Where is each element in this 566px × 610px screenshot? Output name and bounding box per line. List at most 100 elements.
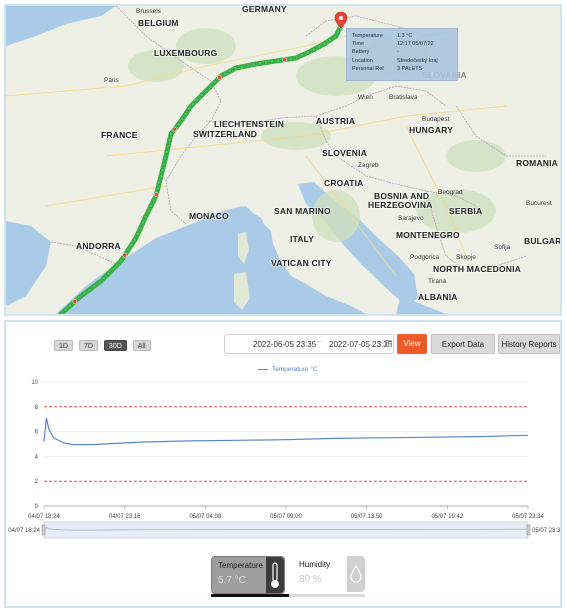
route-point[interactable] — [212, 79, 218, 85]
route-point[interactable] — [332, 34, 337, 39]
navigator-right-handle[interactable] — [526, 524, 531, 536]
popup-value: 1.3 °C — [397, 33, 413, 39]
route-point[interactable] — [208, 84, 213, 89]
route-point[interactable] — [157, 180, 162, 185]
map-label-germany: GERMANY — [242, 4, 287, 14]
route-point[interactable] — [264, 60, 269, 65]
sensor-tab-temperature[interactable]: Temperature 5.7 °C — [211, 556, 285, 594]
navigator-left-handle[interactable] — [41, 524, 46, 536]
map-label-monaco: MONACO — [189, 211, 229, 221]
route-point[interactable] — [164, 150, 169, 155]
route-point[interactable] — [251, 62, 256, 67]
route-point[interactable] — [149, 203, 154, 208]
route-point[interactable] — [151, 198, 156, 203]
route-point[interactable] — [204, 88, 209, 93]
y-tick-label: 6 — [35, 430, 39, 436]
route-point[interactable] — [167, 138, 172, 143]
temperature-chart[interactable]: 0 2 4 6 8 10 04/07 18:24 04/07 23:16 05/07 04:08… — [6, 322, 560, 554]
sensor-tab-humidity[interactable]: Humidity 80 % — [293, 556, 365, 594]
x-tick-label: 05/07 19:42 — [431, 514, 463, 520]
route-point[interactable] — [294, 55, 299, 60]
route-point[interactable] — [195, 97, 200, 102]
route-point[interactable] — [257, 61, 262, 66]
route-point[interactable] — [176, 122, 181, 127]
route-point[interactable] — [227, 69, 233, 74]
route-point[interactable] — [322, 41, 327, 46]
route-point[interactable] — [140, 220, 146, 225]
x-tick-label: 04/07 23:16 — [109, 514, 141, 520]
map-label-italy: ITALY — [290, 234, 315, 244]
map-city-brussels: Brussels — [136, 8, 161, 15]
route-point[interactable] — [138, 226, 143, 231]
route-point[interactable] — [110, 267, 115, 272]
route-point[interactable] — [306, 50, 311, 55]
route-point[interactable] — [166, 144, 171, 149]
navigator-start-label: 04/07 18:24 — [8, 528, 40, 534]
route-alert-point[interactable] — [154, 192, 159, 197]
popup-row-time: Time 12:17 05/07/22 — [352, 40, 452, 48]
route-point[interactable] — [126, 247, 131, 252]
route-point[interactable] — [270, 59, 275, 64]
route-point[interactable] — [97, 280, 102, 285]
map-city-bratislava: Bratislava — [389, 94, 418, 101]
route-point[interactable] — [239, 64, 244, 69]
route-point[interactable] — [146, 209, 151, 214]
map-city-skopje: Skopje — [456, 254, 476, 261]
x-tick-label: 05/07 09:00 — [270, 514, 302, 520]
popup-key: Location — [352, 57, 373, 64]
route-point[interactable] — [132, 237, 138, 242]
route-point[interactable] — [82, 291, 87, 296]
route-point[interactable] — [288, 56, 293, 61]
sensor-chart-panel: 1D 7D 30D All 2022-06-05 23:35 ~ 2022-07… — [4, 320, 562, 608]
route-point[interactable] — [168, 132, 174, 137]
route-point[interactable] — [190, 101, 196, 107]
route-point[interactable] — [158, 174, 163, 179]
map-label-belgium: BELGIUM — [138, 18, 179, 28]
x-tick-label: 05/07 23:34 — [512, 514, 544, 520]
route-point[interactable] — [317, 44, 322, 49]
route-point[interactable] — [77, 295, 82, 300]
route-point[interactable] — [327, 38, 332, 43]
route-point[interactable] — [336, 29, 341, 34]
sensor-label: Humidity — [299, 560, 331, 569]
map-label-croatia: CROATIA — [324, 178, 364, 188]
y-tick-label: 0 — [35, 504, 39, 510]
route-point[interactable] — [311, 47, 316, 52]
route-point[interactable] — [58, 311, 64, 314]
route-point[interactable] — [245, 63, 250, 68]
route-alert-point[interactable] — [122, 252, 128, 258]
route-point[interactable] — [222, 72, 227, 77]
route-point[interactable] — [135, 231, 140, 237]
route-point[interactable] — [160, 168, 165, 173]
route-point[interactable] — [106, 271, 111, 276]
route-point[interactable] — [233, 66, 238, 71]
route-alert-point[interactable] — [172, 126, 178, 132]
route-point[interactable] — [143, 214, 148, 220]
route-point[interactable] — [187, 106, 192, 111]
route-point[interactable] — [63, 307, 68, 312]
route-alert-point[interactable] — [217, 75, 222, 80]
route-point[interactable] — [161, 162, 166, 167]
route-alert-point[interactable] — [282, 57, 287, 63]
route-alert-point[interactable] — [72, 299, 78, 304]
route-point[interactable] — [183, 111, 188, 117]
route-point[interactable] — [87, 287, 92, 292]
route-point[interactable] — [180, 117, 185, 122]
thermometer-icon — [266, 557, 284, 593]
route-point[interactable] — [115, 262, 120, 267]
route-point[interactable] — [101, 276, 106, 281]
route-point[interactable] — [199, 93, 204, 98]
map-label-austria: AUSTRIA — [316, 116, 356, 126]
route-point[interactable] — [155, 186, 160, 191]
route-point[interactable] — [300, 52, 305, 58]
route-point[interactable] — [129, 242, 134, 247]
map-city-podgorica: Podgorica — [410, 254, 440, 261]
route-point[interactable] — [68, 303, 73, 308]
route-point[interactable] — [163, 156, 168, 161]
route-point[interactable] — [92, 283, 97, 289]
popup-row-personal-ref: Personal Ref 3 PALETS — [352, 65, 452, 73]
map-label-serbia: SERBIA — [449, 206, 483, 216]
route-map[interactable]: GERMANY BELGIUM LUXEMBOURG FRANCE LIECHT… — [4, 4, 562, 316]
route-point[interactable] — [119, 258, 124, 263]
route-point[interactable] — [276, 58, 281, 63]
